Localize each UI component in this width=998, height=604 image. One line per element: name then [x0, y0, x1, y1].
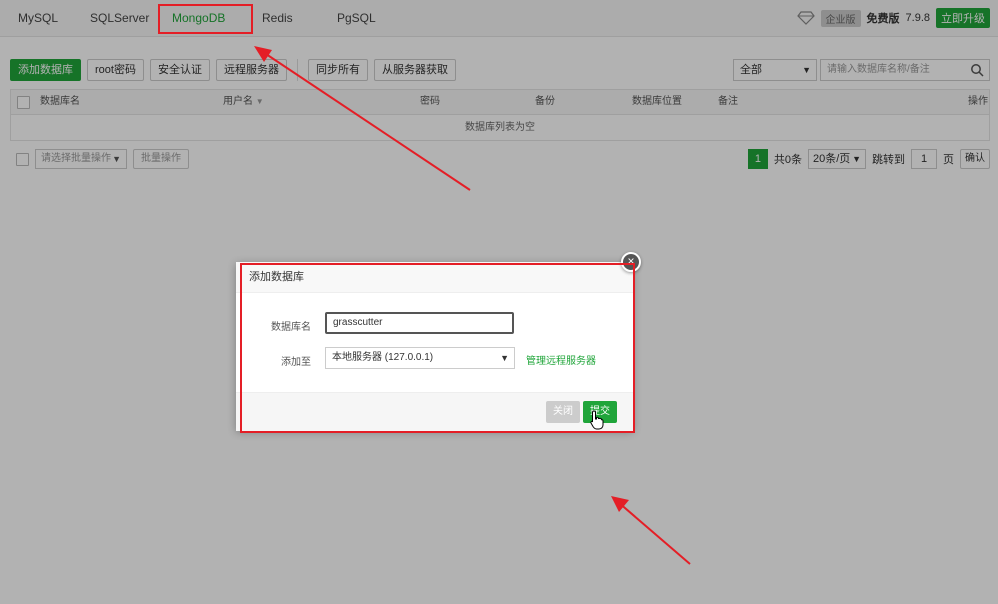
annotation-arrows: [254, 46, 691, 565]
annotation-arrow-to-dialog: [611, 496, 691, 565]
annotation-arrow-to-tab: [254, 46, 471, 191]
